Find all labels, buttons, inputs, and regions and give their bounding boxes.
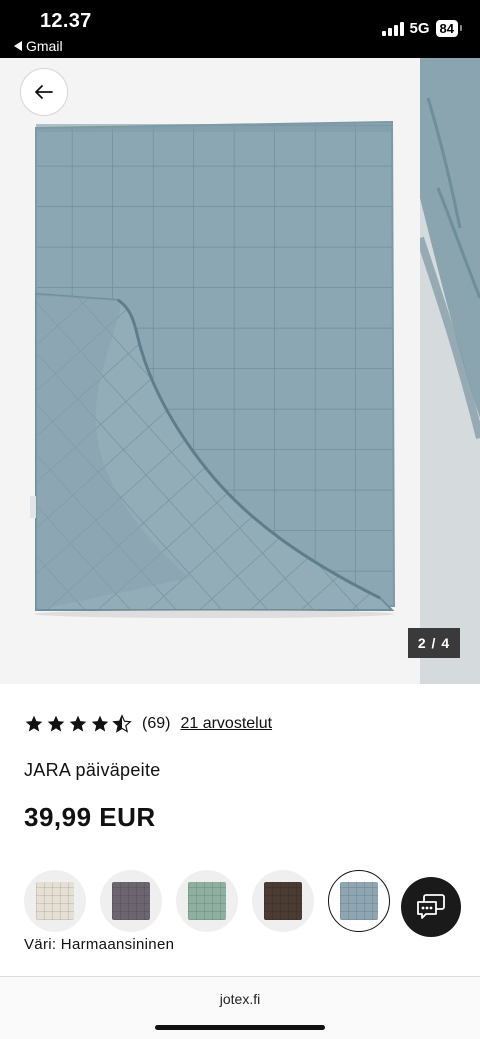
signal-icon [381, 21, 404, 36]
back-to-app-link[interactable]: Gmail [14, 38, 63, 54]
star-half-icon [112, 714, 132, 733]
rating-stars [24, 714, 132, 734]
rating-count: (69) [142, 715, 171, 732]
star-full-icon [47, 715, 65, 732]
star-full-icon [91, 715, 109, 732]
chat-icon [417, 894, 445, 919]
next-product-image [416, 58, 480, 684]
color-swatch[interactable] [328, 870, 390, 932]
arrow-left-icon [35, 85, 53, 99]
url-text: jotex.fi [219, 991, 261, 1007]
network-type: 5G [409, 20, 430, 37]
product-rating: (69) 21 arvostelut [24, 714, 272, 734]
product-image [0, 58, 420, 684]
back-app-label: Gmail [26, 38, 63, 54]
status-bar: 12.37 Gmail 5G 84 [0, 0, 480, 58]
home-indicator[interactable] [155, 1025, 325, 1030]
swatch-fabric-thumbnail [112, 882, 150, 920]
swatch-fabric-thumbnail [36, 882, 74, 920]
color-swatch[interactable] [24, 870, 86, 932]
back-button[interactable] [20, 68, 68, 116]
selected-color-label: Väri: Harmaansininen [24, 936, 175, 953]
image-pager: 2 / 4 [408, 628, 460, 658]
chat-button[interactable] [401, 877, 461, 937]
color-swatches [24, 870, 390, 932]
star-full-icon [25, 715, 43, 732]
color-swatch[interactable] [252, 870, 314, 932]
product-title: JARA päiväpeite [24, 760, 161, 780]
quilt-image [30, 120, 396, 618]
swatch-fabric-thumbnail [340, 882, 378, 920]
back-triangle-icon [14, 41, 22, 51]
swatch-fabric-thumbnail [188, 882, 226, 920]
product-image-gallery[interactable]: 2 / 4 [0, 58, 480, 684]
color-swatch[interactable] [176, 870, 238, 932]
reviews-link[interactable]: 21 arvostelut [180, 715, 272, 733]
color-swatch[interactable] [100, 870, 162, 932]
status-time: 12.37 [40, 10, 92, 32]
battery-icon: 84 [435, 20, 463, 37]
star-full-icon [69, 715, 87, 732]
product-price: 39,99 EUR [24, 802, 156, 832]
swatch-fabric-thumbnail [264, 882, 302, 920]
browser-url-bar[interactable]: jotex.fi [0, 976, 480, 1039]
status-indicators: 5G 84 [381, 20, 463, 37]
